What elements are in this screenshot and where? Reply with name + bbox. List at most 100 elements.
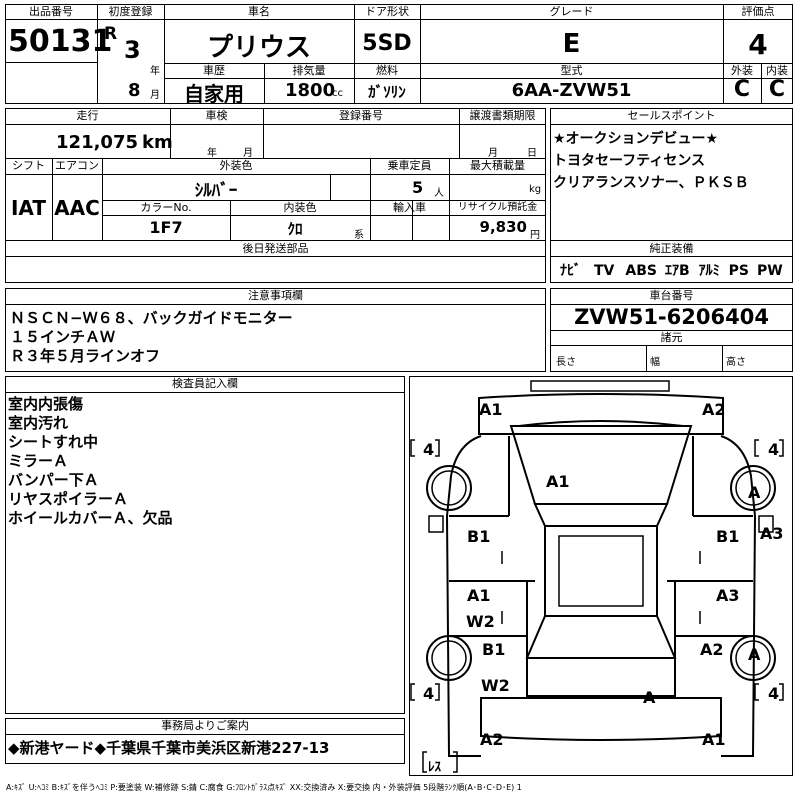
- recycle-label: リサイクル預託金: [457, 202, 538, 213]
- sales-point-1: ★オークションデビュー★: [553, 131, 719, 147]
- recycle-unit: 円: [530, 230, 540, 241]
- int-color-suffix: 系: [354, 230, 364, 241]
- reg-month-unit: 月: [150, 90, 160, 101]
- spec-width: 幅: [650, 357, 660, 368]
- note-3: Ｒ３年５月ラインオフ: [10, 347, 161, 365]
- max-load-label: 最大積載量: [470, 159, 525, 172]
- load-unit: kg: [529, 184, 542, 195]
- fuel-label: 燃料: [376, 64, 398, 77]
- car-name-label: 車名: [248, 5, 270, 18]
- mark-front-door-left: B1: [467, 527, 491, 546]
- mileage: 121,075: [56, 132, 138, 153]
- model: 6AA-ZVW51: [511, 80, 632, 101]
- color-no: 1F7: [149, 218, 183, 237]
- shift: IAT: [10, 196, 46, 220]
- note-1: ＮＳＣＮ−Ｗ６８、バックガイドモニター: [10, 309, 293, 327]
- inspector-note-4: ミラーＡ: [8, 452, 69, 470]
- mark-wheel-rr: A: [748, 645, 761, 664]
- lot-no-label: 出品番号: [29, 5, 73, 18]
- reg-month: 8: [128, 80, 141, 101]
- reg-no-label: 登録番号: [339, 109, 383, 122]
- displacement-label: 排気量: [292, 64, 326, 77]
- mark-rear-fender-right: A2: [700, 640, 724, 659]
- later-parts-label: 後日発送部品: [242, 242, 309, 255]
- spec-height: 高さ: [726, 357, 746, 368]
- inspector-note-7: ホイールカバーＡ、欠品: [8, 509, 173, 527]
- inspector-note-2: 室内汚れ: [8, 414, 69, 432]
- interior-label: 内装: [766, 64, 788, 77]
- transfer-label: 譲渡書類期限: [469, 109, 536, 122]
- genuine-label: 純正装備: [649, 242, 694, 255]
- int-color: ｸﾛ: [287, 220, 303, 238]
- color-no-label: カラーNo.: [140, 201, 192, 214]
- capacity: 5: [412, 178, 424, 197]
- import-label: 輸入車: [393, 201, 426, 214]
- era: R: [104, 24, 118, 44]
- chassis-label: 車台番号: [649, 289, 694, 302]
- inspection-year-unit: 年: [207, 148, 217, 159]
- lot-no: 50131: [8, 24, 113, 59]
- transfer-month-unit: 月: [488, 148, 498, 159]
- sales-point-3: クリアランスソナー、ＰＫＳＢ: [553, 175, 749, 191]
- reg-year: 3: [124, 36, 141, 64]
- displacement: 1800: [285, 80, 336, 101]
- notes-label: 注意事項欄: [248, 289, 303, 302]
- inspector-note-1: 室内内張傷: [8, 395, 84, 413]
- recycle: 9,830: [479, 218, 527, 236]
- capacity-unit: 人: [434, 188, 444, 199]
- int-color-label: 内装色: [283, 201, 317, 214]
- office-note: ◆新港ヤード◆千葉県千葉市美浜区新港227-13: [8, 739, 330, 757]
- score-label: 評価点: [741, 5, 775, 18]
- equipment-ps: PS: [728, 263, 749, 279]
- legend: A:ｷｽﾞ U:ﾍｺﾐ B:ｷｽﾞを伴うﾍｺﾐ P:要塗装 W:補修跡 S:錆 …: [6, 783, 522, 792]
- tire-tread-rl: 4: [423, 684, 435, 703]
- aircon: AAC: [54, 196, 100, 220]
- sales-point-2: トヨタセーフティセンス: [553, 153, 706, 169]
- mark-rear-bumper-right: A1: [702, 730, 726, 749]
- mark-hood: A1: [546, 472, 570, 491]
- mileage-label: 走行: [76, 109, 99, 122]
- equipment-tv: TV: [594, 263, 615, 279]
- history-label: 車歴: [203, 64, 225, 77]
- inspector-note-5: バンパー下Ａ: [8, 471, 99, 489]
- mark-wheel-fr: A: [748, 483, 761, 502]
- mark-front-fender-right: A3: [760, 524, 784, 543]
- inspector-note-6: リヤスポイラーＡ: [8, 490, 129, 508]
- tire-tread-rr: 4: [768, 684, 780, 703]
- door-label: ドア形状: [365, 5, 409, 18]
- sales-point-label: セールスポイント: [627, 109, 716, 122]
- model-label: 型式: [560, 64, 583, 77]
- equipment-list: ﾅﾋﾞ TV ABS ｴｱB ｱﾙﾐ PS PW: [560, 260, 783, 280]
- inspector-note-3: シートすれ中: [8, 433, 99, 451]
- aircon-label: エアコン: [55, 159, 99, 172]
- car-name: プリウス: [206, 33, 311, 63]
- mark-rear-door-left-top: A1: [467, 586, 491, 605]
- mark-front-right: A2: [702, 400, 726, 419]
- reg-year-unit: 年: [150, 66, 160, 77]
- mark-rear-door-right: A3: [716, 586, 740, 605]
- office-label: 事務局よりご案内: [161, 719, 249, 732]
- specs-label: 諸元: [660, 331, 683, 344]
- ext-color-label: 外装色: [219, 159, 253, 172]
- history: 自家用: [184, 82, 244, 106]
- ext-color: ｼﾙﾊﾞｰ: [194, 181, 238, 201]
- inspection-label: 車検: [205, 109, 228, 122]
- grade: E: [562, 29, 581, 59]
- inspection-month-unit: 月: [243, 148, 253, 159]
- transfer-day-unit: 日: [527, 148, 537, 159]
- interior-grade: C: [768, 77, 786, 102]
- mark-rear-door-left-bottom: W2: [466, 612, 495, 631]
- mark-rear-left-low: W2: [481, 676, 510, 695]
- car-outline-diagram: [410, 380, 784, 773]
- first-reg-label: 初度登録: [108, 5, 153, 18]
- chassis-number: ZVW51-6206404: [574, 305, 769, 329]
- equipment-pw: PW: [757, 263, 783, 279]
- shift-label: シフト: [12, 159, 45, 172]
- mark-front-door-right: B1: [716, 527, 740, 546]
- capacity-label: 乗車定員: [387, 159, 432, 172]
- equipment-airbag: ｴｱB: [664, 263, 690, 279]
- tire-tread-fr: 4: [768, 440, 780, 459]
- exterior-grade: C: [733, 77, 751, 102]
- inspector-label: 検査員記入欄: [172, 377, 238, 390]
- mark-rear-center: A: [643, 688, 656, 707]
